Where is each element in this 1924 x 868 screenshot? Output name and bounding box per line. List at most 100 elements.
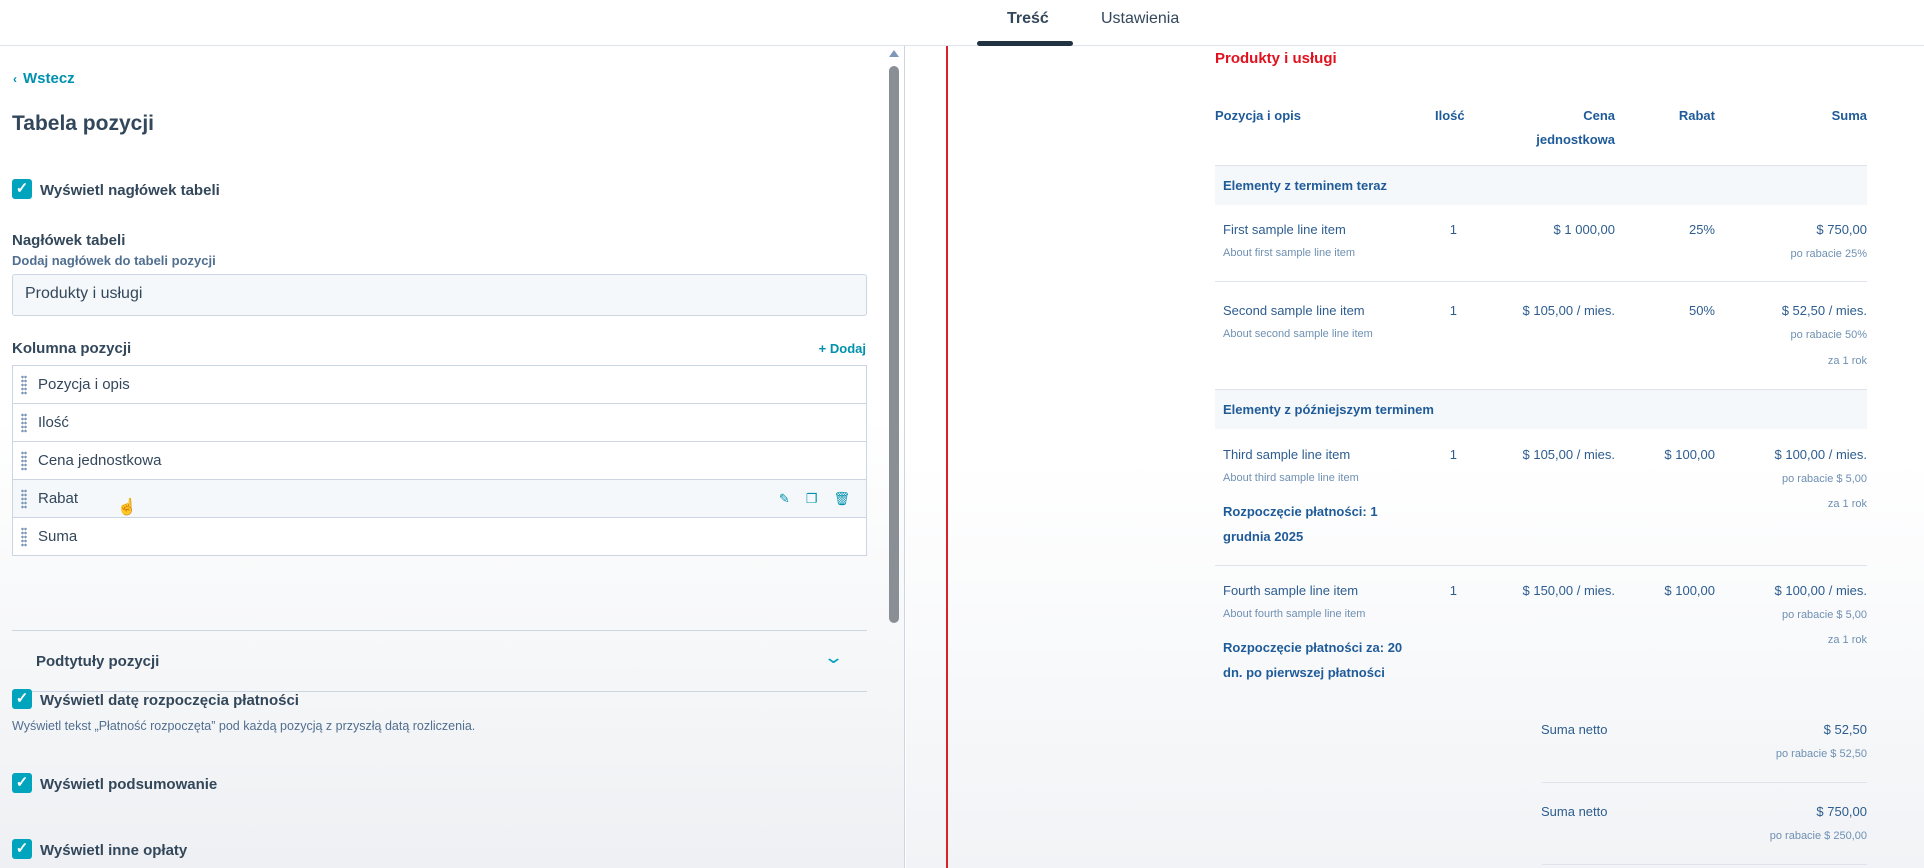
header-unit-price-line1: Cena (1583, 108, 1615, 123)
top-tab-bar: Treść Ustawienia (0, 0, 1924, 46)
row-discount: 50% (1688, 303, 1715, 318)
line-items-table-preview: Produkty i usługi Pozycja i opis Ilość C… (1215, 46, 1867, 868)
row-qty: 1 (1449, 303, 1457, 318)
payment-start-note: Rozpoczęcie płatności za: 20 dn. po pier… (1223, 635, 1433, 685)
summary-divider (1542, 782, 1867, 783)
header-unit-price-line2: jednostkowa (1536, 132, 1615, 147)
section-header: Elementy z terminem teraz (1215, 165, 1867, 205)
scroll-up-arrow-icon[interactable] (889, 50, 899, 57)
show-start-date-label: Wyświetl datę rozpoczęcia płatności (40, 692, 299, 709)
chevron-down-icon: ⌄ (822, 647, 845, 667)
row-total: $ 100,00 / mies. (1774, 447, 1868, 462)
margin-guide-line (946, 46, 948, 868)
column-label: Pozycja i opis (38, 376, 130, 393)
row-price: $ 1 000,00 (1553, 222, 1615, 237)
show-other-fees-label: Wyświetl inne opłaty (40, 842, 188, 859)
drag-handle-icon[interactable] (21, 489, 27, 509)
row-item-name: First sample line item (1223, 222, 1346, 237)
panel-title: Tabela pozycji (12, 112, 154, 135)
trash-icon[interactable]: 🗑 (833, 480, 850, 517)
show-summary-checkbox[interactable]: ✓ (12, 773, 32, 793)
column-row-unit-price[interactable]: Cena jednostkowa (13, 442, 866, 480)
drag-handle-icon[interactable] (21, 527, 27, 547)
column-row-item[interactable]: Pozycja i opis (13, 366, 866, 404)
header-qty: Ilość (1435, 108, 1465, 123)
drag-handle-icon[interactable] (21, 375, 27, 395)
row-price: $ 150,00 / mies. (1522, 583, 1616, 598)
show-summary-label: Wyświetl podsumowanie (40, 776, 218, 793)
row-discount: $ 100,00 (1664, 583, 1715, 598)
section-title: Elementy z terminem teraz (1223, 178, 1388, 193)
columns-label: Kolumna pozycji (12, 340, 132, 357)
row-price: $ 105,00 / mies. (1522, 303, 1616, 318)
header-field-input[interactable]: Produkty i usługi (12, 274, 867, 316)
row-divider (1215, 565, 1867, 566)
summary-sub: po rabacie $ 250,00 (1769, 830, 1867, 842)
tab-content[interactable]: Treść (1007, 10, 1049, 28)
back-label: Wstecz (23, 70, 75, 87)
row-item-desc: About third sample line item (1223, 472, 1359, 484)
row-qty: 1 (1449, 222, 1457, 237)
header-field-label: Nagłówek tabeli (12, 232, 126, 249)
row-item-name: Fourth sample line item (1223, 583, 1359, 598)
settings-scrollbar[interactable] (886, 46, 902, 868)
show-start-date-help: Wyświetl tekst „Płatność rozpoczęta” pod… (12, 719, 476, 733)
summary-value: $ 52,50 (1823, 722, 1867, 737)
row-discount: $ 100,00 (1664, 447, 1715, 462)
header-field-help: Dodaj nagłówek do tabeli pozycji (12, 253, 216, 268)
summary-sub: po rabacie $ 52,50 (1775, 748, 1867, 760)
tab-settings[interactable]: Ustawienia (1101, 10, 1179, 28)
column-row-qty[interactable]: Ilość (13, 404, 866, 442)
column-label: Cena jednostkowa (38, 452, 162, 469)
row-divider (1215, 281, 1867, 282)
section-title: Elementy z późniejszym terminem (1223, 402, 1434, 417)
row-qty: 1 (1449, 583, 1457, 598)
columns-list: Pozycja i opis Ilość Cena jednostkowa Ra… (12, 365, 867, 556)
summary-value: $ 750,00 (1816, 804, 1867, 819)
payment-start-note-line1: Rozpoczęcie płatności: 1 (1223, 504, 1378, 519)
column-label: Rabat (38, 490, 79, 507)
row-price: $ 105,00 / mies. (1522, 447, 1616, 462)
row-total-sub: po rabacie $ 5,00 (1781, 473, 1867, 485)
row-actions: ✎ ❐ 🗑 (763, 480, 850, 517)
edit-icon[interactable]: ✎ (779, 480, 790, 517)
column-label: Ilość (38, 414, 69, 431)
show-header-checkbox[interactable]: ✓ (12, 179, 32, 199)
row-total: $ 750,00 (1816, 222, 1867, 237)
payment-start-note: Rozpoczęcie płatności: 1 grudnia 2025 (1223, 499, 1433, 549)
checkmark-icon: ✓ (15, 840, 29, 857)
checkmark-icon: ✓ (15, 180, 29, 197)
checkmark-icon: ✓ (15, 774, 29, 791)
show-header-label: Wyświetl nagłówek tabeli (40, 182, 220, 199)
payment-start-note-line2: dn. po pierwszej płatności (1223, 665, 1385, 680)
row-item-name: Third sample line item (1223, 447, 1351, 462)
column-row-discount[interactable]: Rabat ☝ ✎ ❐ 🗑 (13, 480, 866, 518)
summary-label: Suma netto (1541, 722, 1608, 737)
show-other-fees-checkbox[interactable]: ✓ (12, 839, 32, 859)
drag-handle-icon[interactable] (21, 451, 27, 471)
row-total: $ 100,00 / mies. (1774, 583, 1868, 598)
add-column-button[interactable]: + Dodaj (819, 341, 866, 356)
subtitles-accordion[interactable]: Podtytuły pozycji ⌄ (12, 630, 867, 692)
preview-table-title: Produkty i usługi (1215, 50, 1337, 67)
summary-divider (1542, 864, 1867, 865)
header-discount: Rabat (1678, 108, 1715, 123)
row-total-sub: po rabacie 50% (1790, 329, 1867, 341)
header-item: Pozycja i opis (1215, 108, 1301, 123)
show-start-date-checkbox[interactable]: ✓ (12, 689, 32, 709)
row-item-desc: About second sample line item (1223, 328, 1373, 340)
row-total-sub: po rabacie 25% (1790, 248, 1867, 260)
payment-start-note-line1: Rozpoczęcie płatności za: 20 (1223, 640, 1403, 655)
row-total-period: za 1 rok (1827, 355, 1867, 367)
column-label: Suma (38, 528, 78, 545)
drag-handle-icon[interactable] (21, 413, 27, 433)
scroll-thumb[interactable] (889, 66, 899, 623)
header-unit-price: Cena jednostkowa (1495, 104, 1615, 152)
subtitles-label: Podtytuły pozycji (36, 653, 160, 670)
back-link[interactable]: ‹ Wstecz (13, 70, 75, 87)
row-item-name: Second sample line item (1223, 303, 1365, 318)
column-row-total[interactable]: Suma (13, 518, 866, 556)
settings-panel: ‹ Wstecz Tabela pozycji ✓ Wyświetl nagłów… (0, 46, 905, 868)
summary-label: Suma netto (1541, 804, 1608, 819)
copy-icon[interactable]: ❐ (806, 480, 818, 517)
